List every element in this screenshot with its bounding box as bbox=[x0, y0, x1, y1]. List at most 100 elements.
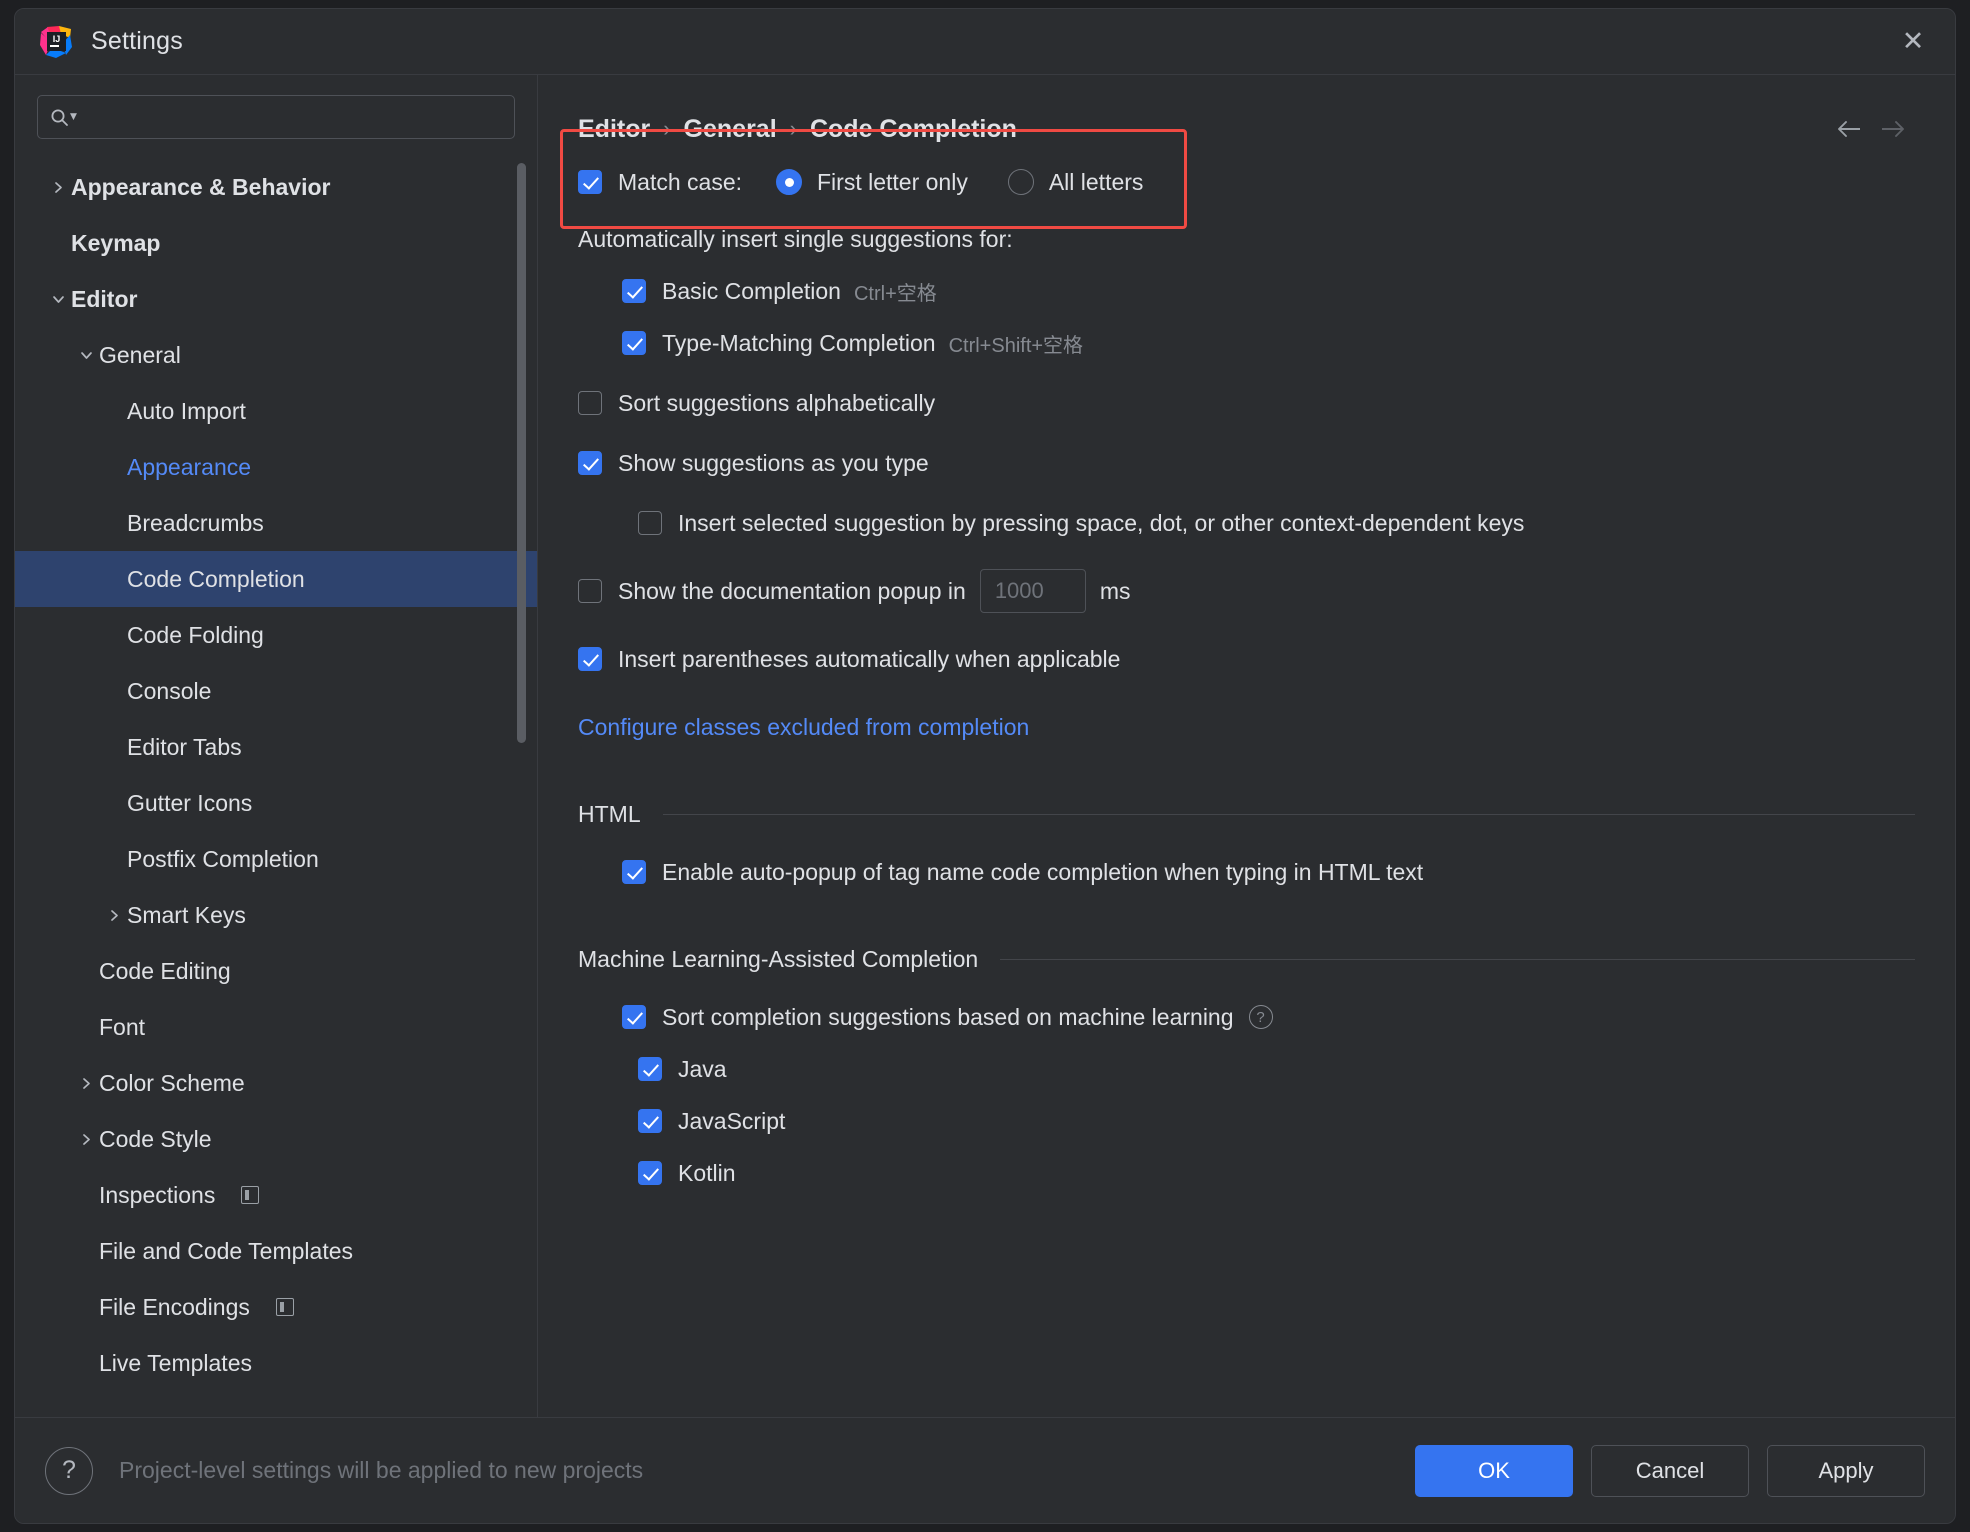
sidebar-item-appearance[interactable]: Appearance bbox=[15, 439, 537, 495]
ml-sort-checkbox[interactable] bbox=[622, 1005, 646, 1029]
ok-button[interactable]: OK bbox=[1415, 1444, 1573, 1497]
search-container: ▼ bbox=[15, 75, 537, 155]
sort-alphabetically-label: Sort suggestions alphabetically bbox=[618, 389, 936, 416]
show-as-you-type-checkbox[interactable] bbox=[578, 451, 602, 475]
sidebar-item-label: Gutter Icons bbox=[127, 789, 253, 816]
chevron-right-icon[interactable] bbox=[73, 1077, 99, 1090]
sidebar-item-label: Postfix Completion bbox=[127, 845, 319, 872]
sidebar-item-auto-import[interactable]: Auto Import bbox=[15, 383, 537, 439]
basic-completion-shortcut: Ctrl+空格 bbox=[853, 282, 937, 305]
settings-content: Match case: First letter only All letter… bbox=[538, 151, 1955, 1417]
sidebar-item-font[interactable]: Font bbox=[15, 999, 537, 1055]
breadcrumb-item[interactable]: Editor bbox=[578, 115, 650, 144]
chevron-down-icon[interactable] bbox=[73, 349, 99, 362]
sidebar-scrollbar[interactable] bbox=[517, 163, 526, 903]
insert-on-keys-checkbox[interactable] bbox=[638, 511, 662, 535]
sidebar-item-color-scheme[interactable]: Color Scheme bbox=[15, 1055, 537, 1111]
sidebar-item-gutter-icons[interactable]: Gutter Icons bbox=[15, 775, 537, 831]
question-mark-icon[interactable]: ? bbox=[1248, 1005, 1273, 1029]
sidebar-item-label: Live Templates bbox=[99, 1349, 252, 1376]
first-letter-only-radio[interactable] bbox=[776, 169, 802, 195]
sidebar-item-label: Smart Keys bbox=[127, 901, 246, 928]
breadcrumb-item[interactable]: Code Completion bbox=[810, 115, 1017, 144]
close-icon[interactable]: ✕ bbox=[1893, 22, 1933, 62]
ml-lang-java-checkbox[interactable] bbox=[638, 1057, 662, 1081]
sidebar-item-label: Auto Import bbox=[127, 397, 246, 424]
breadcrumb: Editor › General › Code Completion bbox=[578, 115, 1017, 144]
sidebar-item-label: File Encodings bbox=[99, 1293, 250, 1320]
html-autopopup-row: Enable auto-popup of tag name code compl… bbox=[578, 846, 1915, 898]
sidebar-item-label: Console bbox=[127, 677, 212, 704]
sidebar-item-file-encodings[interactable]: File Encodings bbox=[15, 1279, 537, 1335]
basic-completion-checkbox[interactable] bbox=[622, 279, 646, 303]
sidebar-item-breadcrumbs[interactable]: Breadcrumbs bbox=[15, 495, 537, 551]
settings-tree[interactable]: Appearance & Behavior Keymap Editor General… bbox=[15, 155, 537, 1417]
footer-note: Project-level settings will be applied t… bbox=[119, 1457, 644, 1483]
sidebar-item-label: Breadcrumbs bbox=[127, 509, 264, 536]
sidebar-item-code-folding[interactable]: Code Folding bbox=[15, 607, 537, 663]
type-matching-completion-checkbox[interactable] bbox=[622, 331, 646, 355]
sidebar-item-label: File and Code Templates bbox=[99, 1237, 353, 1264]
sidebar-item-label: Font bbox=[99, 1013, 146, 1040]
html-autopopup-checkbox[interactable] bbox=[622, 860, 646, 884]
sidebar-item-file-and-code-templates[interactable]: File and Code Templates bbox=[15, 1223, 537, 1279]
sidebar-item-label: Keymap bbox=[71, 229, 161, 256]
sidebar-item-general[interactable]: General bbox=[15, 327, 537, 383]
sidebar-item-editor[interactable]: Editor bbox=[15, 271, 537, 327]
ml-section-header: Machine Learning-Assisted Completion bbox=[578, 946, 1915, 973]
sidebar-item-code-editing[interactable]: Code Editing bbox=[15, 943, 537, 999]
ml-lang-java-row: Java bbox=[578, 1043, 1915, 1095]
doc-popup-checkbox[interactable] bbox=[578, 579, 602, 603]
breadcrumb-item[interactable]: General bbox=[684, 115, 777, 144]
match-case-checkbox[interactable] bbox=[578, 170, 602, 194]
type-matching-completion-row: Type-Matching Completion Ctrl+Shift+空格 bbox=[578, 317, 1915, 369]
all-letters-radio[interactable] bbox=[1007, 169, 1034, 195]
sort-alphabetically-checkbox[interactable] bbox=[578, 391, 602, 415]
arrow-right-icon[interactable] bbox=[1871, 109, 1915, 149]
sidebar-item-inspections[interactable]: Inspections bbox=[15, 1167, 537, 1223]
chevron-down-icon[interactable] bbox=[45, 293, 71, 306]
ml-lang-kotlin-checkbox[interactable] bbox=[638, 1161, 662, 1185]
chevron-right-icon[interactable] bbox=[101, 909, 127, 922]
sidebar-item-label: Inspections bbox=[99, 1181, 216, 1208]
ml-lang-javascript-checkbox[interactable] bbox=[638, 1109, 662, 1133]
sidebar-scrollbar-thumb[interactable] bbox=[517, 163, 526, 743]
search-input[interactable] bbox=[82, 106, 502, 128]
show-as-you-type-label: Show suggestions as you type bbox=[618, 449, 929, 476]
sidebar-item-postfix-completion[interactable]: Postfix Completion bbox=[15, 831, 537, 887]
insert-parens-checkbox[interactable] bbox=[578, 647, 602, 671]
chevron-right-icon[interactable] bbox=[45, 181, 71, 194]
sidebar-item-console[interactable]: Console bbox=[15, 663, 537, 719]
sidebar-item-code-style[interactable]: Code Style bbox=[15, 1111, 537, 1167]
sidebar-item-label: Code Editing bbox=[99, 957, 231, 984]
html-autopopup-label: Enable auto-popup of tag name code compl… bbox=[662, 858, 1424, 885]
arrow-left-icon[interactable] bbox=[1827, 109, 1871, 149]
ml-lang-kotlin-row: Kotlin bbox=[578, 1147, 1915, 1199]
apply-button[interactable]: Apply bbox=[1767, 1444, 1925, 1497]
sidebar-item-keymap[interactable]: Keymap bbox=[15, 215, 537, 271]
ml-section-rule bbox=[1000, 959, 1915, 960]
breadcrumb-row: Editor › General › Code Completion bbox=[538, 75, 1955, 151]
sidebar-item-smart-keys[interactable]: Smart Keys bbox=[15, 887, 537, 943]
configure-excluded-classes-link[interactable]: Configure classes excluded from completi… bbox=[578, 714, 1029, 741]
basic-completion-label: Basic Completion bbox=[662, 277, 841, 304]
doc-popup-delay-input[interactable]: 1000 bbox=[979, 569, 1086, 613]
search-box[interactable]: ▼ bbox=[37, 95, 515, 139]
match-case-row: Match case: First letter only All letter… bbox=[578, 151, 1915, 213]
sidebar-item-badge-icon bbox=[241, 1186, 260, 1204]
sidebar-item-code-completion[interactable]: Code Completion bbox=[15, 551, 537, 607]
settings-content-pane: Editor › General › Code Completion Match… bbox=[538, 75, 1955, 1417]
dialog-body: ▼ Appearance & Behavior Keymap Editor Gener… bbox=[15, 75, 1955, 1417]
sidebar-item-badge-icon bbox=[275, 1298, 294, 1316]
question-mark-icon[interactable]: ? bbox=[45, 1446, 93, 1495]
sidebar-item-editor-tabs[interactable]: Editor Tabs bbox=[15, 719, 537, 775]
basic-completion-row: Basic Completion Ctrl+空格 bbox=[578, 265, 1915, 317]
insert-on-keys-label: Insert selected suggestion by pressing s… bbox=[678, 509, 1525, 536]
chevron-right-icon[interactable] bbox=[73, 1133, 99, 1146]
insert-on-keys-row: Insert selected suggestion by pressing s… bbox=[578, 497, 1915, 549]
auto-insert-header-row: Automatically insert single suggestions … bbox=[578, 213, 1915, 265]
cancel-button[interactable]: Cancel bbox=[1591, 1444, 1749, 1497]
chevron-down-icon[interactable]: ▼ bbox=[70, 112, 77, 122]
sidebar-item-live-templates[interactable]: Live Templates bbox=[15, 1335, 537, 1391]
sidebar-item-appearance-behavior[interactable]: Appearance & Behavior bbox=[15, 159, 537, 215]
